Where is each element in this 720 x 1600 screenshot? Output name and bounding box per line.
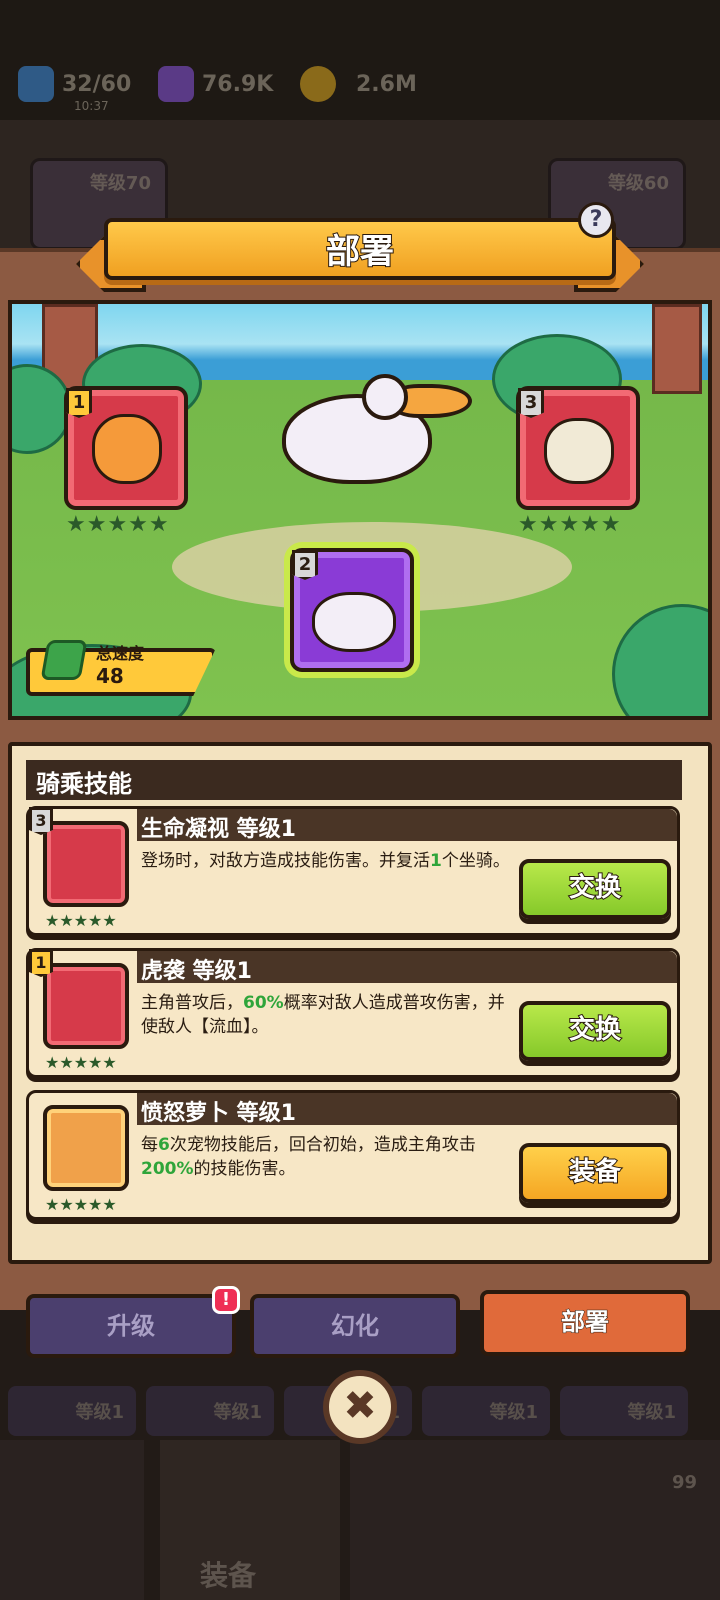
equipment-level: 等级60 bbox=[607, 173, 669, 194]
background-equipment-slot: 等级1 bbox=[146, 1386, 274, 1436]
skill-slot-badge: 3 bbox=[29, 807, 53, 835]
desc-text: 主角普攻后， bbox=[141, 993, 243, 1013]
nav-upgrade-icon bbox=[454, 1440, 598, 1600]
tab-deploy[interactable]: 部署 bbox=[480, 1290, 690, 1356]
help-icon[interactable]: ? bbox=[578, 202, 614, 238]
skill-description: 主角普攻后，60%概率对敌人造成普攻伤害，并使敌人【流血】。 bbox=[141, 991, 521, 1039]
gem-icon bbox=[158, 66, 194, 102]
desc-highlight: 1 bbox=[430, 851, 442, 871]
skill-pet-stars: ★★★★★ bbox=[45, 1053, 117, 1072]
tab-transform[interactable]: 幻化 bbox=[250, 1294, 460, 1358]
swap-button[interactable]: 交换 bbox=[519, 1001, 671, 1061]
background-equipment-slot: 等级1 bbox=[8, 1386, 136, 1436]
formation-slot-3[interactable]: 3 bbox=[516, 386, 640, 510]
nav-equipment-label: 装备 bbox=[200, 1559, 257, 1592]
nav-shop-icon bbox=[0, 1440, 144, 1600]
pelican-pet-portrait bbox=[312, 592, 396, 652]
coin-icon bbox=[300, 66, 336, 102]
background-equipment-slot: 等级1 bbox=[560, 1386, 688, 1436]
skill-card: 虎袭 等级1 1 ★★★★★ 主角普攻后，60%概率对敌人造成普攻伤害，并使敌人… bbox=[26, 948, 680, 1078]
coin-display[interactable]: 2.6M bbox=[300, 62, 417, 106]
equip-button[interactable]: 装备 bbox=[519, 1143, 671, 1203]
skill-description: 登场时，对敌方造成技能伤害。并复活1个坐骑。 bbox=[141, 849, 521, 873]
desc-highlight: 6 bbox=[158, 1135, 170, 1155]
mummy-cat-pet-portrait bbox=[544, 418, 614, 484]
energy-timer: 10:37 bbox=[74, 99, 109, 113]
swap-button[interactable]: 交换 bbox=[519, 859, 671, 919]
boot-icon bbox=[40, 640, 88, 680]
skill-name: 生命凝视 等级1 bbox=[141, 817, 296, 842]
desc-text: 每 bbox=[141, 1135, 158, 1155]
slot-number-badge: 1 bbox=[66, 388, 92, 418]
desc-text: 个坐骑。 bbox=[441, 851, 510, 871]
total-speed-label: 总速度 bbox=[96, 644, 145, 663]
desc-highlight: 60% bbox=[243, 993, 284, 1013]
desc-text: 的技能伤害。 bbox=[193, 1159, 296, 1179]
energy-icon bbox=[18, 66, 54, 102]
desc-text: 登场时，对敌方造成技能伤害。并复活 bbox=[141, 851, 430, 871]
mummy-cat-skill-icon bbox=[43, 821, 129, 907]
tiger-skill-icon bbox=[43, 963, 129, 1049]
skill-pet-stars: ★★★★★ bbox=[45, 1195, 117, 1214]
equipment-level: 等级70 bbox=[89, 173, 151, 194]
upgrade-alert-badge: ! bbox=[212, 1286, 240, 1314]
energy-value: 32/60 bbox=[62, 71, 132, 97]
total-speed-value: 48 bbox=[96, 664, 124, 688]
tree-trunk bbox=[652, 304, 702, 394]
desc-highlight: 200% bbox=[141, 1159, 194, 1179]
nav-badge-count: 99 bbox=[672, 1472, 698, 1493]
desc-text: 次宠物技能后，回合初始，造成主角攻击 bbox=[169, 1135, 476, 1155]
coin-value: 2.6M bbox=[356, 71, 417, 97]
skill-card: 愤怒萝卜 等级1 ★★★★★ 每6次宠物技能后，回合初始，造成主角攻击 200%的… bbox=[26, 1090, 680, 1220]
skill-slot-badge: 1 bbox=[29, 949, 53, 977]
close-button[interactable]: ✖ bbox=[323, 1370, 397, 1444]
pelican-head bbox=[362, 374, 408, 420]
tiger-pet-portrait bbox=[92, 414, 162, 484]
nav-chest-icon bbox=[590, 1440, 720, 1600]
skill-description: 每6次宠物技能后，回合初始，造成主角攻击 200%的技能伤害。 bbox=[141, 1133, 521, 1181]
gem-display[interactable]: 76.9K bbox=[158, 62, 273, 106]
background-equipment-slot: 等级1 bbox=[422, 1386, 550, 1436]
slot-3-stars: ★★★★★ bbox=[518, 512, 622, 537]
formation-slot-1[interactable]: 1 bbox=[64, 386, 188, 510]
formation-slot-2[interactable]: 2 bbox=[290, 548, 414, 672]
slot-1-stars: ★★★★★ bbox=[66, 512, 170, 537]
mount-skills-title: 骑乘技能 bbox=[26, 760, 682, 800]
dialog-title: 部署 bbox=[325, 231, 395, 273]
skill-pet-stars: ★★★★★ bbox=[45, 911, 117, 930]
tab-upgrade[interactable]: 升级 bbox=[26, 1294, 236, 1358]
skill-name: 愤怒萝卜 等级1 bbox=[141, 1101, 296, 1126]
skill-card: 生命凝视 等级1 3 ★★★★★ 登场时，对敌方造成技能伤害。并复活1个坐骑。 … bbox=[26, 806, 680, 936]
slot-number-badge: 3 bbox=[518, 388, 544, 418]
skill-name: 虎袭 等级1 bbox=[141, 959, 252, 984]
gem-value: 76.9K bbox=[202, 71, 274, 97]
radish-pet-skill-icon bbox=[43, 1105, 129, 1191]
slot-number-badge: 2 bbox=[292, 550, 318, 580]
bush bbox=[612, 604, 708, 716]
